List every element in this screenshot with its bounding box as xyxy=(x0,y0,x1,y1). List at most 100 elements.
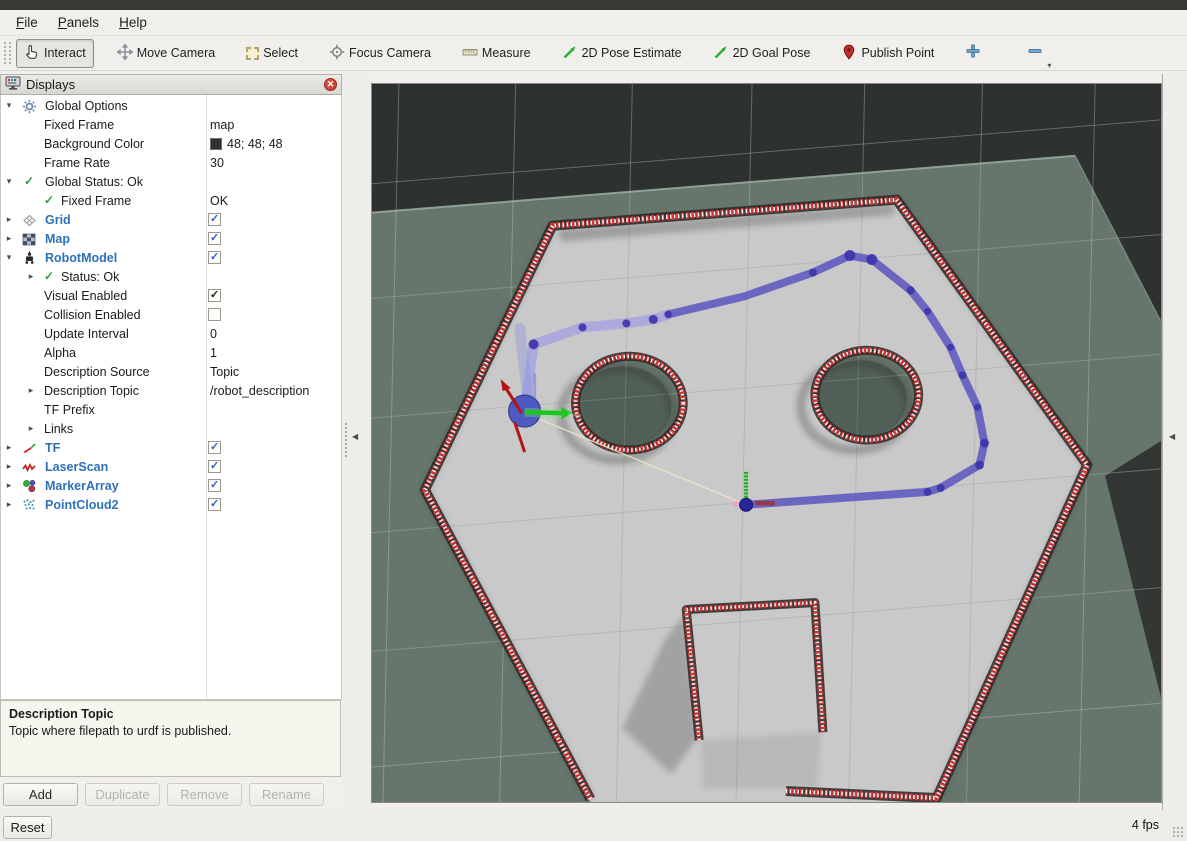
checkbox[interactable] xyxy=(208,308,221,321)
map-icon xyxy=(22,232,37,247)
tree-row-update-interval[interactable]: Update Interval 0 xyxy=(1,325,341,344)
expander-icon[interactable] xyxy=(4,499,14,510)
expander-icon[interactable] xyxy=(4,252,14,263)
expander-icon[interactable] xyxy=(4,100,14,111)
row-label: Links xyxy=(44,422,73,436)
monitor-icon xyxy=(5,76,21,94)
tool-bar: Interact Move Camera Select Focus Camera… xyxy=(0,36,1187,71)
rename-button[interactable]: Rename xyxy=(249,783,324,806)
expander-icon[interactable] xyxy=(4,233,14,244)
tree-row-frame-rate[interactable]: Frame Rate 30 xyxy=(1,154,341,173)
row-value[interactable]: /robot_description xyxy=(210,384,309,398)
focus-crosshair-icon xyxy=(329,44,345,63)
tree-row-pointcloud2[interactable]: PointCloud2 xyxy=(1,496,341,515)
tree-row-markerarray[interactable]: MarkerArray xyxy=(1,477,341,496)
display-buttons-row: Add Duplicate Remove Rename xyxy=(3,783,324,806)
toolbar-drag-handle[interactable] xyxy=(4,42,11,64)
right-splitter[interactable]: ◀ xyxy=(1162,74,1187,810)
row-label: Grid xyxy=(45,213,71,227)
grid-icon xyxy=(22,213,37,228)
fps-counter: 4 fps xyxy=(1132,818,1159,832)
remove-button[interactable]: Remove xyxy=(167,783,242,806)
left-splitter[interactable]: ◀ xyxy=(342,74,371,810)
tool-label: Publish Point xyxy=(861,46,934,60)
displays-tree[interactable]: Global Options Fixed Frame map Backgroun… xyxy=(0,95,342,700)
hand-pointer-icon xyxy=(24,44,40,63)
tree-row-collision-enabled[interactable]: Collision Enabled xyxy=(1,306,341,325)
publish-point-tool-button[interactable]: Publish Point xyxy=(833,39,942,68)
tree-row-visual-enabled[interactable]: Visual Enabled xyxy=(1,287,341,306)
checkbox[interactable] xyxy=(208,232,221,245)
checkbox[interactable] xyxy=(208,441,221,454)
row-value[interactable]: 1 xyxy=(210,346,217,360)
focus-camera-tool-button[interactable]: Focus Camera xyxy=(321,39,439,68)
row-label: Description Topic xyxy=(44,384,139,398)
row-value[interactable]: map xyxy=(210,118,234,132)
minus-icon xyxy=(1027,43,1043,64)
render-viewport[interactable] xyxy=(371,83,1162,803)
pose-estimate-tool-button[interactable]: 2D Pose Estimate xyxy=(554,39,690,68)
tree-row-alpha[interactable]: Alpha 1 xyxy=(1,344,341,363)
checkbox[interactable] xyxy=(208,498,221,511)
close-icon[interactable]: ✕ xyxy=(324,78,337,91)
tree-row-robot-status[interactable]: Status: Ok xyxy=(1,268,341,287)
tree-row-laserscan[interactable]: LaserScan xyxy=(1,458,341,477)
expander-icon[interactable] xyxy=(26,271,36,282)
tree-row-background-color[interactable]: Background Color 48; 48; 48 xyxy=(1,135,341,154)
menu-help[interactable]: Help xyxy=(109,12,157,33)
row-label: TF xyxy=(45,441,60,455)
menu-bar: File Panels Help xyxy=(0,10,1187,36)
expander-icon[interactable] xyxy=(4,442,14,453)
collapse-left-icon[interactable]: ◀ xyxy=(352,432,358,441)
expander-icon[interactable] xyxy=(26,423,36,434)
row-value[interactable]: 30 xyxy=(210,156,224,170)
green-arrow-icon xyxy=(713,44,729,63)
expander-icon[interactable] xyxy=(4,214,14,225)
tree-row-global-options[interactable]: Global Options xyxy=(1,97,341,116)
tree-row-tf[interactable]: TF xyxy=(1,439,341,458)
row-label: PointCloud2 xyxy=(45,498,119,512)
menu-panels[interactable]: Panels xyxy=(48,12,109,33)
checkbox[interactable] xyxy=(208,251,221,264)
tree-row-robotmodel[interactable]: RobotModel xyxy=(1,249,341,268)
tree-row-links[interactable]: Links xyxy=(1,420,341,439)
goal-pose-tool-button[interactable]: 2D Goal Pose xyxy=(705,39,819,68)
measure-tool-button[interactable]: Measure xyxy=(454,39,539,68)
checkbox[interactable] xyxy=(208,460,221,473)
collapse-right-icon[interactable]: ◀ xyxy=(1169,432,1175,441)
interact-tool-button[interactable]: Interact xyxy=(16,39,94,68)
expander-icon[interactable] xyxy=(4,480,14,491)
tree-row-tf-prefix[interactable]: TF Prefix xyxy=(1,401,341,420)
checkbox[interactable] xyxy=(208,289,221,302)
tree-row-description-topic[interactable]: Description Topic /robot_description xyxy=(1,382,341,401)
row-label: MarkerArray xyxy=(45,479,119,493)
select-tool-button[interactable]: Select xyxy=(238,41,306,65)
add-tool-button[interactable] xyxy=(965,43,981,64)
expander-icon[interactable] xyxy=(4,176,14,187)
remove-tool-button[interactable]: ▾ xyxy=(1027,43,1043,64)
tree-row-description-source[interactable]: Description Source Topic xyxy=(1,363,341,382)
color-swatch xyxy=(210,138,222,150)
checkbox[interactable] xyxy=(208,213,221,226)
row-value[interactable]: 48; 48; 48 xyxy=(210,137,283,151)
reset-button[interactable]: Reset xyxy=(3,816,52,839)
row-value[interactable]: 0 xyxy=(210,327,217,341)
tree-row-fixed-frame[interactable]: Fixed Frame map xyxy=(1,116,341,135)
duplicate-button[interactable]: Duplicate xyxy=(85,783,160,806)
displays-panel-header[interactable]: Displays ✕ xyxy=(0,74,342,95)
expander-icon[interactable] xyxy=(26,385,36,396)
row-value[interactable]: Topic xyxy=(210,365,239,379)
checkbox[interactable] xyxy=(208,479,221,492)
expander-icon[interactable] xyxy=(4,461,14,472)
tree-row-map[interactable]: Map xyxy=(1,230,341,249)
move-camera-tool-button[interactable]: Move Camera xyxy=(109,39,224,68)
tree-row-grid[interactable]: Grid xyxy=(1,211,341,230)
tree-row-global-status[interactable]: Global Status: Ok xyxy=(1,173,341,192)
menu-file[interactable]: File xyxy=(6,12,48,33)
pink-marker-dot xyxy=(733,501,739,507)
3d-scene[interactable] xyxy=(372,84,1161,802)
tree-row-fixed-frame-status[interactable]: Fixed Frame OK xyxy=(1,192,341,211)
resize-grip[interactable] xyxy=(1172,826,1185,839)
row-label: RobotModel xyxy=(45,251,117,265)
add-button[interactable]: Add xyxy=(3,783,78,806)
